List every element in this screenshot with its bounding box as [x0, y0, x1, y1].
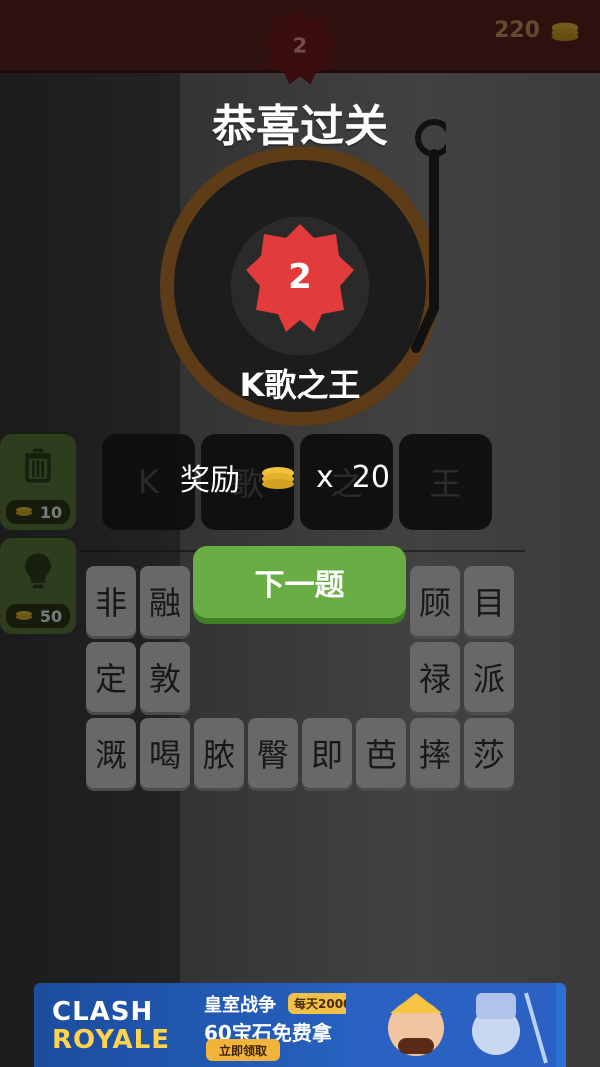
ad-banner[interactable]: CLASH ROYALE 皇室战争 每天20000份 60宝石免费拿 立即领取 — [34, 983, 566, 1067]
ad-cta-button[interactable]: 立即领取 — [206, 1039, 280, 1061]
next-question-label: 下一题 — [254, 568, 345, 603]
logo-line-1: CLASH — [52, 997, 154, 1027]
reward-label: 奖励 — [180, 463, 240, 498]
clash-royale-logo: CLASH ROYALE — [44, 995, 194, 1057]
coin-stack-icon — [262, 467, 294, 489]
reward-row: 奖励 x 20 — [180, 455, 390, 499]
ad-headline: 皇室战争 — [204, 995, 276, 1016]
next-question-button[interactable]: 下一题 — [193, 546, 406, 618]
level-badge-large-number: 2 — [288, 257, 312, 297]
level-badge-large: 2 — [246, 224, 354, 332]
reward-value: 20 — [351, 459, 390, 495]
song-title: K歌之王 — [239, 366, 361, 404]
tonearm-icon — [411, 119, 446, 353]
logo-line-2: ROYALE — [52, 1025, 170, 1055]
success-title: 恭喜过关 — [212, 101, 388, 152]
reward-multiplier: x — [316, 459, 334, 495]
ad-character-art — [346, 983, 556, 1067]
